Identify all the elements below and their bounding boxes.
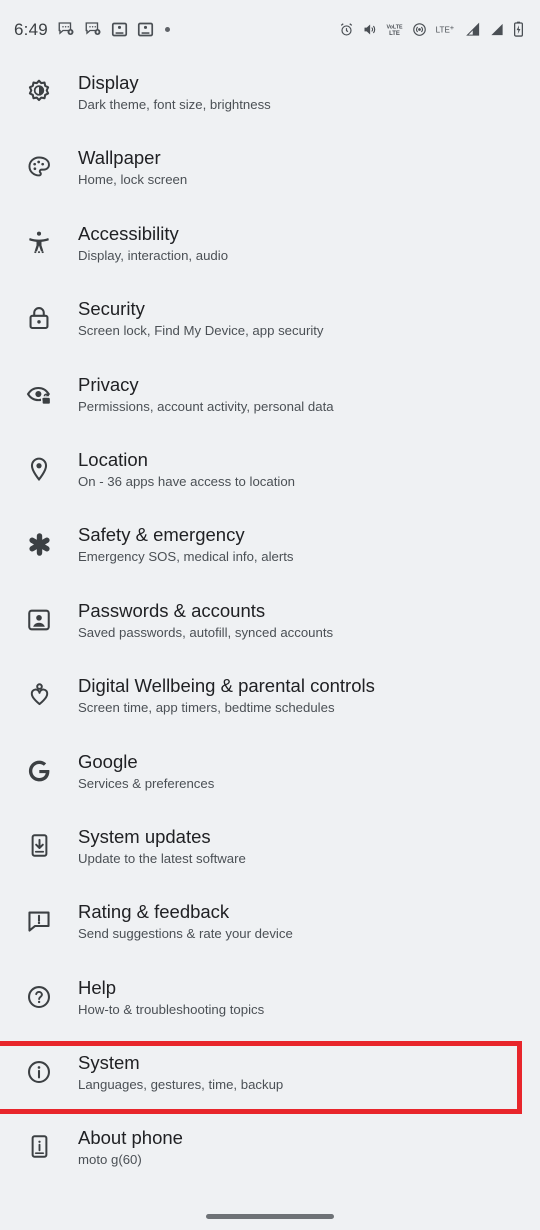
settings-row-display[interactable]: Display Dark theme, font size, brightnes… <box>0 58 540 133</box>
settings-row-subtitle: How-to & troubleshooting topics <box>78 1001 265 1017</box>
settings-row-text: Help How-to & troubleshooting topics <box>78 963 264 1019</box>
system-update-icon <box>20 833 58 858</box>
svg-text:VoLTE: VoLTE <box>386 24 403 30</box>
settings-row-subtitle: Services & preferences <box>78 775 215 791</box>
settings-row-subtitle: Display, interaction, audio <box>78 247 229 263</box>
settings-row-rating-feedback[interactable]: Rating & feedback Send suggestions & rat… <box>0 887 540 962</box>
status-clock: 6:49 <box>14 19 48 39</box>
settings-row-text: Display Dark theme, font size, brightnes… <box>78 58 271 114</box>
settings-row-subtitle: Home, lock screen <box>78 172 188 188</box>
settings-row-wallpaper[interactable]: Wallpaper Home, lock screen <box>0 133 540 208</box>
wifi-calling-icon <box>413 22 426 36</box>
settings-row-text: Google Services & preferences <box>78 737 214 793</box>
settings-row-privacy[interactable]: Privacy Permissions, account activity, p… <box>0 360 540 435</box>
settings-row-title: About phone <box>78 1127 183 1149</box>
settings-row-title: Location <box>78 448 148 470</box>
settings-row-system-updates[interactable]: System updates Update to the latest soft… <box>0 812 540 887</box>
settings-row-text: Rating & feedback Send suggestions & rat… <box>78 887 293 943</box>
alarm-icon <box>340 22 353 36</box>
lte-plus-icon: LTE + <box>436 24 454 35</box>
settings-row-title: System updates <box>78 825 211 847</box>
settings-row-text: System Languages, gestures, time, backup <box>78 1038 283 1094</box>
settings-row-help[interactable]: Help How-to & troubleshooting topics <box>0 963 540 1038</box>
settings-row-title: Wallpaper <box>78 147 161 169</box>
settings-row-text: Digital Wellbeing & parental controls Sc… <box>78 661 375 717</box>
settings-list: Display Dark theme, font size, brightnes… <box>0 58 540 1189</box>
settings-row-digital-wellbeing[interactable]: Digital Wellbeing & parental controls Sc… <box>0 661 540 736</box>
settings-row-about-phone[interactable]: About phone moto g(60) <box>0 1113 540 1188</box>
notification-dot-icon <box>164 26 170 32</box>
lock-icon <box>20 305 58 331</box>
home-gesture-bar[interactable] <box>206 1214 334 1219</box>
settings-row-title: Privacy <box>78 373 139 395</box>
settings-row-subtitle: Permissions, account activity, personal … <box>78 398 334 414</box>
svg-text:LTE: LTE <box>436 25 451 34</box>
vibrate-icon <box>364 24 376 34</box>
wellbeing-heart-icon <box>20 682 58 707</box>
settings-row-title: Security <box>78 298 145 320</box>
account-box-icon <box>20 607 58 633</box>
settings-row-text: Safety & emergency Emergency SOS, medica… <box>78 510 293 566</box>
settings-row-title: Display <box>78 72 139 93</box>
settings-row-title: Digital Wellbeing & parental controls <box>78 675 375 697</box>
settings-row-subtitle: Dark theme, font size, brightness <box>78 97 271 112</box>
palette-icon <box>20 154 58 180</box>
settings-row-title: Accessibility <box>78 222 179 244</box>
settings-row-google[interactable]: Google Services & preferences <box>0 737 540 812</box>
settings-row-subtitle: Send suggestions & rate your device <box>78 926 293 942</box>
volte-icon: VoLTE LTE <box>386 24 403 37</box>
settings-row-title: Google <box>78 750 138 772</box>
accessibility-icon <box>20 230 58 256</box>
settings-screen: 6:49 VoLTE LTE LTE + Display Dark theme,… <box>0 0 540 1230</box>
signal-bars-sim2-icon <box>491 23 503 35</box>
help-circle-icon <box>20 984 58 1010</box>
svg-text:+: + <box>450 24 454 32</box>
eye-lock-icon <box>20 381 58 408</box>
settings-row-subtitle: Emergency SOS, medical info, alerts <box>78 549 294 565</box>
signal-bars-sim1-icon <box>466 22 480 36</box>
settings-row-text: About phone moto g(60) <box>78 1113 183 1169</box>
settings-row-text: System updates Update to the latest soft… <box>78 812 246 868</box>
settings-row-text: Security Screen lock, Find My Device, ap… <box>78 284 324 340</box>
settings-row-title: Rating & feedback <box>78 901 230 923</box>
settings-row-title: System <box>78 1052 140 1074</box>
emergency-star-icon <box>20 531 58 558</box>
settings-row-passwords-accounts[interactable]: Passwords & accounts Saved passwords, au… <box>0 586 540 661</box>
settings-row-text: Passwords & accounts Saved passwords, au… <box>78 586 333 642</box>
settings-row-subtitle: Update to the latest software <box>78 850 246 866</box>
settings-row-security[interactable]: Security Screen lock, Find My Device, ap… <box>0 284 540 359</box>
settings-row-text: Wallpaper Home, lock screen <box>78 133 187 189</box>
message-badge-icon-2 <box>85 22 101 35</box>
battery-charging-icon <box>514 21 524 37</box>
settings-row-subtitle: moto g(60) <box>78 1152 142 1168</box>
screenshot-icon-2 <box>137 22 153 36</box>
settings-row-title: Help <box>78 976 117 998</box>
settings-row-text: Privacy Permissions, account activity, p… <box>78 360 334 416</box>
settings-row-text: Location On - 36 apps have access to loc… <box>78 435 295 491</box>
settings-row-location[interactable]: Location On - 36 apps have access to loc… <box>0 435 540 510</box>
status-bar: 6:49 VoLTE LTE LTE + <box>0 0 540 58</box>
settings-row-system[interactable]: System Languages, gestures, time, backup <box>0 1038 540 1115</box>
status-bar-left: 6:49 <box>14 20 170 38</box>
screenshot-icon <box>111 22 127 36</box>
google-g-icon <box>20 758 58 784</box>
settings-row-title: Passwords & accounts <box>78 599 266 621</box>
svg-text:LTE: LTE <box>389 30 400 36</box>
settings-row-subtitle: Saved passwords, autofill, synced accoun… <box>78 624 334 640</box>
feedback-icon <box>20 908 58 934</box>
brightness-icon <box>20 79 58 105</box>
location-pin-icon <box>20 456 58 482</box>
message-badge-icon <box>58 22 74 35</box>
info-circle-icon <box>20 1059 58 1085</box>
about-phone-icon <box>20 1134 58 1159</box>
settings-row-subtitle: Screen time, app timers, bedtime schedul… <box>78 700 335 716</box>
settings-row-subtitle: Languages, gestures, time, backup <box>78 1077 284 1093</box>
settings-row-title: Safety & emergency <box>78 524 245 546</box>
settings-row-subtitle: Screen lock, Find My Device, app securit… <box>78 323 324 339</box>
settings-row-text: Accessibility Display, interaction, audi… <box>78 209 228 265</box>
settings-row-subtitle: On - 36 apps have access to location <box>78 473 295 489</box>
status-bar-right: VoLTE LTE LTE + <box>339 21 524 37</box>
settings-row-safety-emergency[interactable]: Safety & emergency Emergency SOS, medica… <box>0 510 540 585</box>
settings-row-accessibility[interactable]: Accessibility Display, interaction, audi… <box>0 209 540 284</box>
